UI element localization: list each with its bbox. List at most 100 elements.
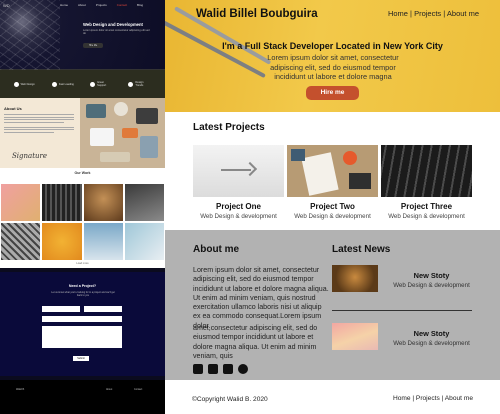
preview-web-graphic: [0, 0, 60, 70]
nav-about[interactable]: About me: [447, 9, 479, 18]
preview-about-text: About Us Signature: [0, 98, 80, 168]
feature-label: Great Support: [97, 81, 107, 87]
preview-footer: Walid B. About Contact: [0, 380, 165, 414]
preview-feature: Great Support: [90, 81, 113, 87]
project-subtitle: Web Design & development: [200, 213, 277, 220]
project-image: [193, 145, 284, 197]
footer-nav-projects[interactable]: Projects: [416, 395, 440, 402]
preview-features: Web Design Fast Loading Great Support De…: [0, 70, 165, 98]
feature-icon: [51, 81, 57, 87]
site-brand[interactable]: Walid Billel Boubguira: [196, 8, 318, 20]
preview-nav-item[interactable]: About: [78, 3, 86, 7]
preview-nav-item[interactable]: Contact: [117, 3, 127, 7]
preview-logo: WD: [3, 3, 10, 8]
preview-feature: Design Trends: [128, 81, 151, 87]
projects-title: Latest Projects: [193, 122, 265, 133]
preview-signature: Signature: [12, 152, 48, 160]
project-subtitle: Web Design & development: [294, 213, 371, 220]
preview-hero-title: Web Design and Development: [83, 22, 143, 27]
project-title: Project Two: [310, 202, 355, 211]
preview-nav-item[interactable]: Home: [60, 3, 68, 7]
work-thumb[interactable]: [123, 183, 165, 222]
news-item-title: New Stoty: [413, 329, 450, 338]
devto-icon[interactable]: [223, 364, 233, 374]
preview-field[interactable]: [42, 326, 122, 348]
page-root: WD Home About Projects Contact Blog Web …: [0, 0, 500, 414]
work-thumb[interactable]: [41, 222, 83, 261]
social-links: [193, 364, 248, 374]
project-card[interactable]: Project Two Web Design & development: [287, 145, 378, 220]
site-preview: WD Home About Projects Contact Blog Web …: [0, 0, 165, 414]
preview-work: Our Work Load more: [0, 168, 165, 268]
preview-footer-col[interactable]: About: [106, 388, 112, 391]
preview-field[interactable]: [42, 306, 80, 312]
work-thumb[interactable]: [0, 222, 42, 261]
preview-nav-item[interactable]: Blog: [137, 3, 143, 7]
news-item[interactable]: New Stoty Web Design & development: [332, 323, 472, 353]
news-item[interactable]: New Stoty Web Design & development: [332, 265, 472, 295]
feature-icon: [13, 81, 19, 87]
about-paragraph: Lorem ipsum dolor sit amet, consectetur …: [193, 266, 329, 330]
footer-nav-home[interactable]: Home: [393, 395, 411, 402]
preview-hero-button[interactable]: Hire Me: [83, 43, 103, 48]
preview-hero: WD Home About Projects Contact Blog Web …: [0, 0, 165, 70]
feature-label: Web Design: [20, 82, 35, 86]
nav-projects[interactable]: Projects: [414, 9, 441, 18]
news-divider: [332, 310, 472, 311]
work-thumb[interactable]: [41, 183, 83, 222]
project-title: Project Three: [400, 202, 453, 211]
about-title: About me: [193, 244, 240, 255]
preview-contact-title: Need a Project?: [68, 284, 97, 288]
nav-home[interactable]: Home: [388, 9, 408, 18]
hero-section: Walid Billel Boubguira Home | Projects |…: [165, 0, 500, 112]
footer-nav: Home | Projects | About me: [393, 395, 473, 402]
hero-headline: I'm a Full Stack Developer Located in Ne…: [222, 41, 443, 51]
preview-work-title: Our Work: [74, 171, 91, 175]
news-item-subtitle: Web Design & development: [393, 340, 470, 347]
preview-contact-text: Let us know what you're looking for in a…: [51, 291, 115, 297]
project-subtitle: Web Design & development: [388, 213, 465, 220]
preview-load-more[interactable]: Load more: [0, 262, 165, 265]
feature-icon: [128, 81, 134, 87]
project-card[interactable]: Project Three Web Design & development: [381, 145, 472, 220]
preview-footer-col[interactable]: Contact: [134, 388, 142, 391]
preview-about-title: About Us: [4, 106, 22, 111]
news-item-title: New Stoty: [413, 271, 450, 280]
feature-label: Fast Loading: [58, 82, 74, 86]
about-news-section: About me Lorem ipsum dolor sit amet, con…: [165, 230, 500, 380]
linkedin-icon[interactable]: [208, 364, 218, 374]
project-card[interactable]: Project One Web Design & development: [193, 145, 284, 220]
copyright: ©Copyright Walid B. 2020: [192, 396, 268, 403]
preview-nav-item[interactable]: Projects: [96, 3, 107, 7]
preview-about: About Us Signature: [0, 98, 165, 168]
facebook-icon[interactable]: [193, 364, 203, 374]
news-item-subtitle: Web Design & development: [393, 282, 470, 289]
preview-nav: Home About Projects Contact Blog: [60, 3, 143, 7]
github-icon[interactable]: [238, 364, 248, 374]
hero-text: Lorem ipsum dolor sit amet, consectetur …: [267, 53, 399, 82]
work-thumb[interactable]: [0, 183, 42, 222]
preview-field[interactable]: [84, 306, 122, 312]
work-thumb[interactable]: [82, 183, 124, 222]
top-nav: Home | Projects | About me: [388, 9, 479, 18]
about-paragraph: amet,consectetur adipiscing elit, sed do…: [193, 324, 318, 360]
preview-submit-button[interactable]: Submit: [73, 356, 89, 361]
news-thumbnail: [332, 323, 378, 350]
project-image: [287, 145, 378, 197]
footer-nav-about[interactable]: About me: [445, 395, 473, 402]
preview-contact: Need a Project? Let us know what you're …: [0, 272, 165, 376]
footer: ©Copyright Walid B. 2020 Home | Projects…: [165, 380, 500, 414]
preview-desk-image: [80, 98, 165, 168]
preview-feature: Web Design: [13, 81, 37, 87]
preview-field[interactable]: [42, 316, 122, 322]
hire-me-button[interactable]: Hire me: [306, 86, 359, 100]
news-title: Latest News: [332, 244, 391, 255]
preview-footer-brand: Walid B.: [16, 388, 25, 391]
projects-section: Latest Projects Project One Web Design &…: [165, 112, 500, 230]
project-title: Project One: [216, 202, 261, 211]
main-page: Walid Billel Boubguira Home | Projects |…: [165, 0, 500, 414]
work-thumb[interactable]: [123, 222, 165, 261]
work-thumb[interactable]: [82, 222, 124, 261]
preview-hero-text: Lorem ipsum dolor sit amet consectetur a…: [83, 29, 150, 36]
preview-feature: Fast Loading: [51, 81, 75, 87]
